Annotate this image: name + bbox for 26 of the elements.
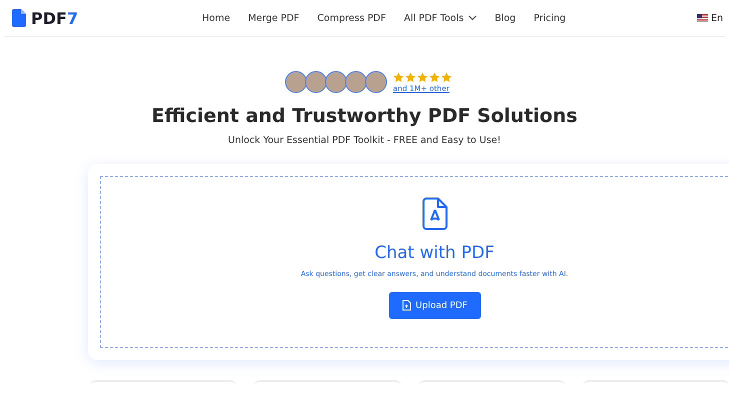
hero-title: Efficient and Trustworthy PDF Solutions: [152, 105, 578, 127]
upload-button[interactable]: Upload PDF: [388, 292, 480, 319]
star-icon: [417, 72, 428, 82]
flag-icon: [696, 14, 708, 22]
avatar: [285, 71, 307, 93]
nav-link[interactable]: Pricing: [534, 12, 566, 24]
card-title: Chat with PDF: [374, 243, 494, 263]
star-icon: [429, 72, 440, 82]
logo-text[interactable]: PDF7: [31, 8, 78, 28]
file-upload-icon: [402, 300, 411, 311]
star-icon: [441, 72, 452, 82]
nav-link[interactable]: All PDF Tools: [404, 12, 477, 24]
avatar: [305, 71, 327, 93]
nav-link[interactable]: Compress PDF: [317, 12, 386, 24]
avatar: [345, 71, 367, 93]
pdf-file-icon: [422, 197, 448, 231]
star-icon: [393, 72, 404, 82]
avatar: [325, 71, 347, 93]
nav-link[interactable]: Home: [202, 12, 230, 24]
nav-link[interactable]: Blog: [494, 12, 516, 24]
star-icon: [405, 72, 416, 82]
nav-link[interactable]: Merge PDF: [248, 12, 300, 24]
avatar: [365, 71, 387, 93]
language-selector[interactable]: En: [710, 12, 723, 24]
pdf-file-icon[interactable]: [12, 9, 26, 27]
hero-subtitle: Unlock Your Essential PDF Toolkit - FREE and Easy to Use!: [228, 135, 501, 146]
